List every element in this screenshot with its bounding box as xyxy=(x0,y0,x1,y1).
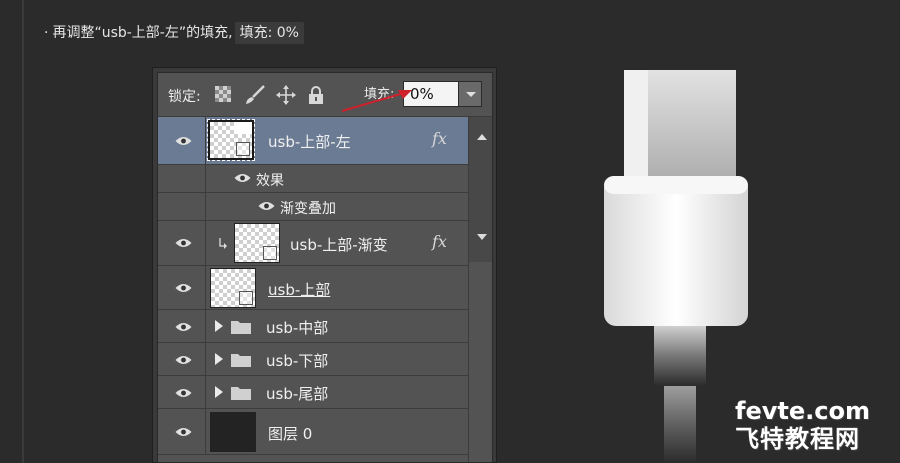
folder-icon xyxy=(231,387,251,400)
expand-arrow-icon[interactable] xyxy=(215,320,223,332)
usb-metal-left xyxy=(624,70,648,190)
eye-icon xyxy=(175,137,192,145)
visibility-toggle[interactable] xyxy=(158,376,206,408)
folder-icon xyxy=(231,354,251,367)
folder-icon xyxy=(231,321,251,334)
usb-cable xyxy=(664,386,696,463)
visibility-toggle[interactable] xyxy=(158,117,206,164)
fx-icon[interactable]: fx xyxy=(432,232,447,251)
annotation-arrow xyxy=(341,90,412,112)
layer-name[interactable]: usb-下部 xyxy=(266,350,328,371)
usb-body xyxy=(604,176,748,326)
watermark-domain: fevte.com xyxy=(735,397,870,425)
visibility-toggle[interactable] xyxy=(158,343,206,375)
layer-name[interactable]: usb-上部-左 xyxy=(268,131,351,152)
lock-position-icon[interactable] xyxy=(276,85,296,105)
scroll-up-icon[interactable] xyxy=(477,134,487,140)
group-row[interactable]: usb-尾部 xyxy=(158,376,468,409)
layer-row[interactable]: usb-上部 xyxy=(158,266,468,310)
visibility-toggle[interactable] xyxy=(158,310,206,342)
lock-paint-icon[interactable] xyxy=(244,85,265,105)
visibility-toggle[interactable] xyxy=(158,409,206,454)
effects-row[interactable]: 效果 xyxy=(158,165,468,193)
eye-icon xyxy=(175,389,192,397)
layer-row[interactable]: usb-上部-渐变 fx xyxy=(158,221,468,266)
layer-thumbnail xyxy=(210,268,256,308)
layer-thumbnail xyxy=(210,412,256,452)
layer-thumbnail xyxy=(234,223,280,263)
instruction-text: 再调整“usb-上部-左”的填充, xyxy=(52,25,233,41)
scroll-down-icon[interactable] xyxy=(477,234,487,240)
eye-icon xyxy=(175,323,192,331)
vector-mask-icon xyxy=(263,246,277,260)
eye-icon[interactable] xyxy=(258,201,275,211)
expand-arrow-icon[interactable] xyxy=(215,353,223,365)
lock-label: 锁定: xyxy=(168,89,201,105)
eye-icon[interactable] xyxy=(234,173,251,183)
lock-transparent-icon[interactable] xyxy=(214,85,234,105)
layer-name[interactable]: usb-上部-渐变 xyxy=(290,234,388,255)
layer-row[interactable]: 图层 0 xyxy=(158,409,468,455)
eye-column xyxy=(158,165,206,192)
expand-arrow-icon[interactable] xyxy=(215,386,223,398)
thumb-shape xyxy=(234,122,252,134)
usb-cable-collar xyxy=(654,326,706,386)
eye-icon xyxy=(175,356,192,364)
eye-column xyxy=(158,193,206,220)
layer-thumbnail xyxy=(207,119,255,161)
effect-row[interactable]: 渐变叠加 xyxy=(158,193,468,221)
watermark: fevte.com 飞特教程网 xyxy=(735,398,895,454)
layer-list: usb-上部-左 fx 效果 渐变叠加 usb-上部-渐变 fx usb-上部 … xyxy=(158,117,468,455)
eye-icon xyxy=(175,428,192,436)
group-row[interactable]: usb-中部 xyxy=(158,310,468,343)
fx-icon[interactable]: fx xyxy=(432,129,447,148)
layer-row[interactable]: usb-上部-左 fx xyxy=(158,117,468,165)
scrollbar-track xyxy=(468,262,492,462)
effect-label: 渐变叠加 xyxy=(280,201,336,217)
lock-all-icon[interactable] xyxy=(308,85,328,105)
vector-mask-icon xyxy=(236,142,250,156)
layer-name[interactable]: 图层 0 xyxy=(268,423,312,444)
group-row[interactable]: usb-下部 xyxy=(158,343,468,376)
left-rule xyxy=(22,0,24,463)
layer-name[interactable]: usb-尾部 xyxy=(266,383,328,404)
clip-arrow-icon xyxy=(219,238,227,249)
eye-icon xyxy=(175,284,192,292)
visibility-toggle[interactable] xyxy=(158,221,206,265)
eye-icon xyxy=(175,239,192,247)
layer-name[interactable]: usb-中部 xyxy=(266,317,328,338)
layers-panel: 锁定: 填充: 0% usb-上部-左 fx 效果 渐变叠加 usb-上部-渐变… xyxy=(157,72,493,463)
scrollbar[interactable] xyxy=(468,117,492,262)
instruction-code: 填充: 0% xyxy=(234,22,304,44)
bullet: · xyxy=(44,25,49,41)
layer-name[interactable]: usb-上部 xyxy=(268,279,330,300)
instruction-line: · 再调整“usb-上部-左”的填充, 填充: 0% xyxy=(44,22,304,44)
effects-label: 效果 xyxy=(256,173,284,189)
visibility-toggle[interactable] xyxy=(158,266,206,309)
watermark-sitename: 飞特教程网 xyxy=(735,425,860,453)
fill-dropdown-button[interactable] xyxy=(458,81,482,107)
vector-mask-icon xyxy=(239,291,253,305)
